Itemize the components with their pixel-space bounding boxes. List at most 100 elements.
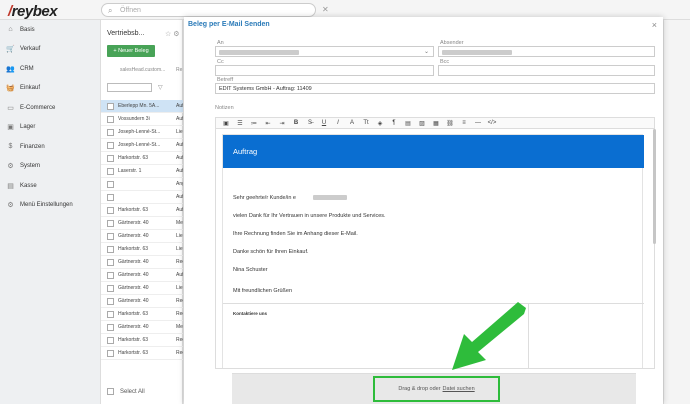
row-type: Lie — [176, 233, 183, 239]
filter-icon[interactable]: ▽ — [158, 84, 163, 91]
file-search-link[interactable]: Datei suchen — [443, 386, 475, 392]
sidebar-item[interactable]: ▤ Kasse — [0, 176, 100, 196]
row-checkbox[interactable] — [107, 310, 114, 318]
table-row[interactable]: Harkortstr. 63 Lie — [101, 243, 183, 256]
row-checkbox[interactable] — [107, 167, 114, 175]
search-input[interactable]: ⌕ Öffnen — [101, 3, 316, 17]
sidebar-item[interactable]: $ Finanzen — [0, 137, 100, 157]
sidebar-item[interactable]: ⚙ System — [0, 157, 100, 177]
bold-icon[interactable]: B — [289, 120, 303, 126]
row-type: Me — [176, 324, 183, 330]
row-customer: Gärtnerstr. 40 — [118, 233, 149, 239]
select-all[interactable]: Select All — [107, 388, 145, 395]
numbered-list-icon[interactable]: ≔ — [247, 120, 261, 127]
table-row[interactable]: Gärtnerstr. 40 Lie — [101, 282, 183, 295]
new-document-button[interactable]: + Neuer Beleg — [107, 45, 155, 57]
row-checkbox[interactable] — [107, 284, 114, 292]
outdent-icon[interactable]: ⇤ — [261, 120, 275, 127]
row-checkbox[interactable] — [107, 193, 114, 201]
font-color-icon[interactable]: A — [345, 120, 359, 126]
indent-icon[interactable]: ⇥ — [275, 120, 289, 127]
underline-icon[interactable]: U — [317, 120, 331, 126]
subject-field[interactable]: EDIT Systems GmbH - Auftrag: 11409 — [215, 83, 655, 94]
select-all-checkbox[interactable] — [107, 388, 114, 395]
code-icon[interactable]: </> — [485, 120, 499, 126]
grid-icon[interactable]: ▦ — [429, 120, 443, 127]
row-checkbox[interactable] — [107, 206, 114, 214]
hr-icon[interactable]: — — [471, 120, 485, 126]
table-row[interactable]: Auf — [101, 191, 183, 204]
to-field[interactable]: ⌄ — [215, 46, 434, 57]
chevron-down-icon[interactable]: ⌄ — [424, 48, 429, 55]
font-size-icon[interactable]: Tt — [359, 120, 373, 126]
from-field[interactable] — [438, 46, 655, 57]
row-checkbox[interactable] — [107, 258, 114, 266]
table-row[interactable]: Harkortstr. 63 Rec — [101, 347, 183, 360]
table-icon[interactable]: ▤ — [401, 120, 415, 127]
notes-editor[interactable]: Auftrag Sehr geehrte/r Kunde/in e vielen… — [215, 129, 655, 369]
table-row[interactable]: Harkortstr. 63 Rec — [101, 334, 183, 347]
image-icon[interactable]: ▨ — [415, 120, 429, 127]
paragraph-icon[interactable]: ¶ — [387, 120, 401, 126]
source-icon[interactable]: ▣ — [219, 120, 233, 127]
star-icon[interactable]: ☆ ⚙ — [165, 30, 180, 38]
row-checkbox[interactable] — [107, 271, 114, 279]
table-row[interactable]: Gärtnerstr. 40 Me — [101, 217, 183, 230]
sidebar-item[interactable]: 🧺 Einkauf — [0, 79, 100, 99]
paint-icon[interactable]: ◈ — [373, 120, 387, 127]
row-checkbox[interactable] — [107, 128, 114, 136]
table-row[interactable]: Joseph-Lenné-St... Auf — [101, 139, 183, 152]
row-checkbox[interactable] — [107, 219, 114, 227]
right-panel-strip — [663, 20, 690, 404]
bullet-list-icon[interactable]: ☰ — [233, 120, 247, 127]
column-header-customer[interactable]: salesHead.custom... — [120, 67, 165, 73]
table-row[interactable]: Ang — [101, 178, 183, 191]
column-header-type[interactable]: Re — [176, 67, 182, 73]
sidebar-item[interactable]: 🛒 Verkauf — [0, 40, 100, 60]
strikethrough-icon[interactable]: S̶ — [303, 120, 317, 126]
table-row[interactable]: Gärtnerstr. 40 Lie — [101, 230, 183, 243]
table-row[interactable]: Joseph-Lenné-St... Lie — [101, 126, 183, 139]
sidebar-item[interactable]: ▣ Lager — [0, 118, 100, 138]
register-icon: ▤ — [7, 182, 14, 190]
basket-icon: 🧺 — [6, 85, 15, 93]
sidebar-item[interactable]: 👥 CRM — [0, 59, 100, 79]
row-checkbox[interactable] — [107, 297, 114, 305]
column-filter-input[interactable] — [107, 83, 152, 92]
row-checkbox[interactable] — [107, 154, 114, 162]
row-checkbox[interactable] — [107, 245, 114, 253]
sidebar-item[interactable]: ⌂ Basis — [0, 20, 100, 40]
editor-scrollbar[interactable] — [653, 129, 656, 244]
table-row[interactable]: Gärtnerstr. 40 Me — [101, 321, 183, 334]
row-checkbox[interactable] — [107, 336, 114, 344]
link-icon[interactable]: ⛓ — [443, 120, 457, 127]
app-logo[interactable]: /reybex — [8, 3, 58, 20]
table-row[interactable]: Harkortstr. 63 Auf — [101, 204, 183, 217]
sidebar-item[interactable]: ⚙ Menü Einstellungen — [0, 196, 100, 216]
table-row[interactable]: Vossundern 3i Auf — [101, 113, 183, 126]
table-row[interactable]: Eberlepp Mn. 5A... Auf — [101, 100, 183, 113]
table-row[interactable]: Laserstr. 1 Auf — [101, 165, 183, 178]
row-checkbox[interactable] — [107, 141, 114, 149]
table-row[interactable]: Gärtnerstr. 40 Auf — [101, 269, 183, 282]
table-row[interactable]: Gärtnerstr. 40 Rec — [101, 295, 183, 308]
sidebar-item[interactable]: ▭ E-Commerce — [0, 98, 100, 118]
bcc-field[interactable] — [438, 65, 655, 76]
subject-value: EDIT Systems GmbH - Auftrag: 11409 — [219, 86, 312, 92]
row-customer: Gärtnerstr. 40 — [118, 259, 149, 265]
dropzone-highlight[interactable]: Drag & drop oder Datei suchen — [373, 376, 500, 402]
table-row[interactable]: Gärtnerstr. 40 Rec — [101, 256, 183, 269]
row-checkbox[interactable] — [107, 102, 114, 110]
close-search-icon[interactable]: ✕ — [322, 5, 329, 14]
italic-icon[interactable]: I — [331, 120, 345, 126]
align-icon[interactable]: ≡ — [457, 120, 471, 126]
row-checkbox[interactable] — [107, 115, 114, 123]
table-row[interactable]: Harkortstr. 63 Rec — [101, 308, 183, 321]
row-checkbox[interactable] — [107, 323, 114, 331]
row-checkbox[interactable] — [107, 232, 114, 240]
close-icon[interactable]: × — [652, 20, 657, 30]
table-row[interactable]: Harkortstr. 63 Auf — [101, 152, 183, 165]
row-checkbox[interactable] — [107, 180, 114, 188]
row-checkbox[interactable] — [107, 349, 114, 357]
cc-field[interactable] — [215, 65, 434, 76]
